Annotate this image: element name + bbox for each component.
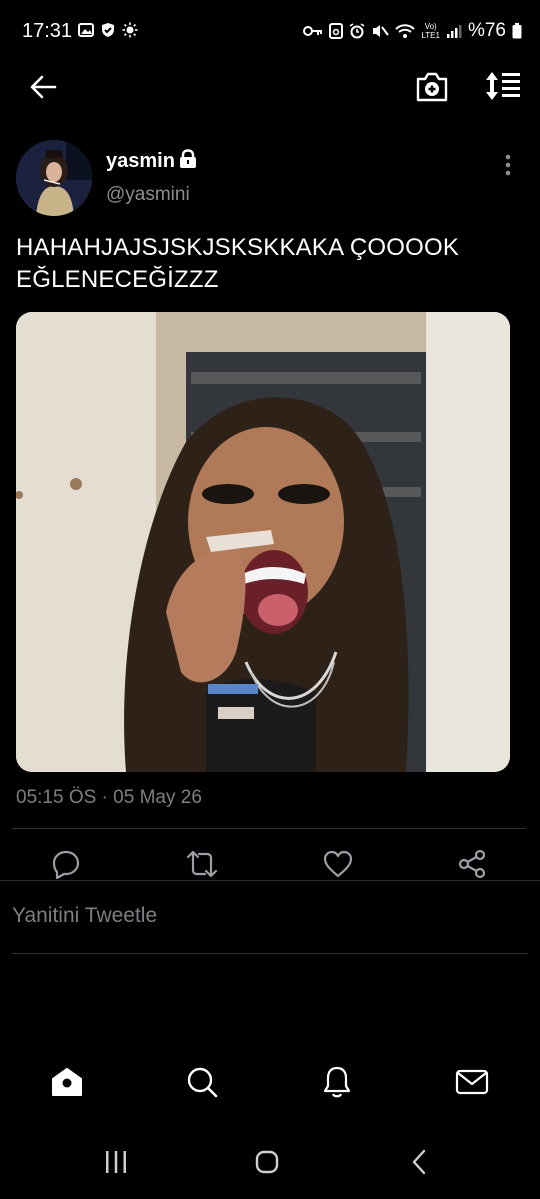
home-circle-icon <box>255 1150 279 1174</box>
retweet-icon <box>186 850 218 878</box>
bottom-nav <box>0 1060 540 1110</box>
tweet-photo[interactable] <box>16 312 510 772</box>
lock-icon <box>178 149 198 169</box>
status-bar: 17:31 Vo) LTE1 %76 <box>0 0 540 62</box>
system-home-button[interactable] <box>245 1140 289 1184</box>
user-handle[interactable]: @yasmini <box>106 184 190 206</box>
system-recents-button[interactable] <box>94 1140 138 1184</box>
tweet-timestamp: 05:15 ÖS · 05 May 26 <box>16 787 202 808</box>
search-icon <box>187 1067 218 1098</box>
nav-messages[interactable] <box>450 1060 494 1104</box>
display-name[interactable]: yasmin <box>106 150 175 173</box>
brightness-icon <box>122 22 138 38</box>
reply-underline <box>12 953 528 954</box>
retweet-button[interactable] <box>182 844 222 884</box>
reply-button[interactable] <box>46 844 86 884</box>
back-button[interactable] <box>26 70 60 104</box>
more-options-button[interactable] <box>498 152 518 178</box>
more-vertical-icon <box>505 154 511 176</box>
photo-image <box>16 312 510 772</box>
arrow-left-icon <box>30 75 57 99</box>
status-time: 17:31 <box>22 20 73 42</box>
tweet-text: HAHAHJAJSJSKJSKSKKAKA ÇOOOOK EĞLENECEĞİZ… <box>16 234 460 293</box>
notifications-icon <box>323 1066 351 1098</box>
status-left-icons <box>78 22 138 38</box>
share-icon <box>458 849 486 879</box>
system-back-button[interactable] <box>397 1140 441 1184</box>
divider <box>12 828 526 829</box>
sort-button[interactable] <box>484 68 522 104</box>
reply-input[interactable]: Yanitini Tweetle <box>12 904 157 928</box>
avatar-image <box>16 140 92 216</box>
system-nav <box>0 1140 540 1190</box>
key-icon <box>303 25 323 37</box>
like-button[interactable] <box>318 844 358 884</box>
camera-plus-icon <box>416 72 448 102</box>
messages-icon <box>455 1069 489 1095</box>
volte-label: Vo) <box>424 22 437 31</box>
shield-check-icon <box>100 22 116 38</box>
sort-icon <box>486 72 520 100</box>
nav-notifications[interactable] <box>315 1060 359 1104</box>
reply-icon <box>52 850 80 879</box>
like-icon <box>323 850 353 878</box>
avatar[interactable] <box>16 140 92 216</box>
network-label: Vo) LTE1 <box>421 22 440 40</box>
tweet-actions <box>0 844 540 884</box>
mute-icon <box>371 23 390 39</box>
status-right-icons: Vo) LTE1 %76 <box>303 20 522 42</box>
gallery-icon <box>78 22 94 38</box>
battery-icon <box>512 23 522 39</box>
recycle-icon <box>329 23 344 39</box>
nav-search[interactable] <box>180 1060 224 1104</box>
lte-label: LTE1 <box>421 31 440 40</box>
alarm-icon <box>349 23 365 39</box>
recents-icon <box>106 1151 126 1173</box>
wifi-icon <box>395 23 416 39</box>
share-button[interactable] <box>452 844 492 884</box>
signal-icon <box>446 23 462 39</box>
back-chevron-icon <box>412 1149 426 1175</box>
battery-percent: %76 <box>467 20 506 41</box>
camera-button[interactable] <box>414 70 450 104</box>
home-icon <box>52 1068 82 1096</box>
divider <box>0 880 540 881</box>
nav-home[interactable] <box>45 1060 89 1104</box>
